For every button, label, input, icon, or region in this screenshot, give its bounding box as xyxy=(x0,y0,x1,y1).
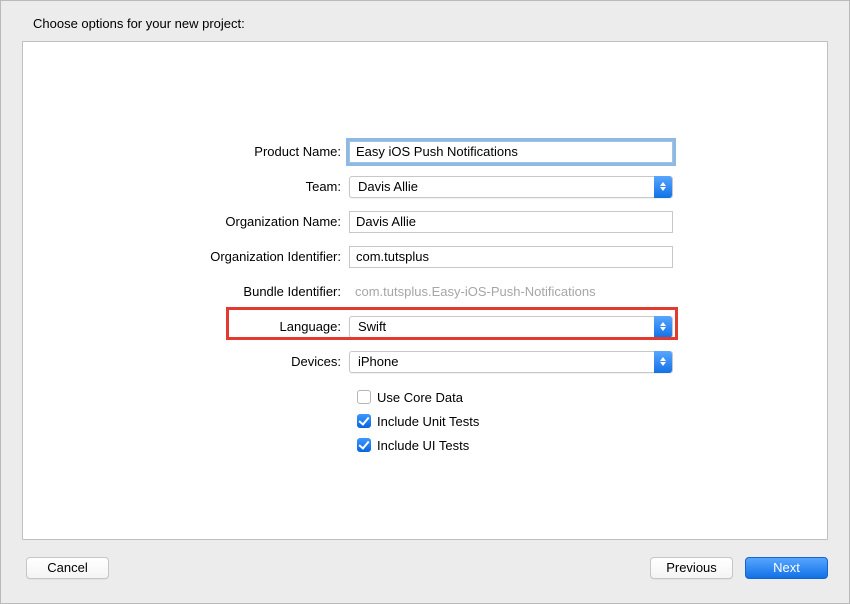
updown-arrows-icon xyxy=(654,351,672,373)
row-language: Language: Swift xyxy=(23,309,827,344)
core-data-label: Use Core Data xyxy=(377,390,463,405)
unit-tests-checkbox[interactable] xyxy=(357,414,371,428)
row-org-name: Organization Name: xyxy=(23,204,827,239)
language-select-value: Swift xyxy=(358,319,386,334)
bundle-id-value: com.tutsplus.Easy-iOS-Push-Notifications xyxy=(349,284,596,299)
row-core-data: Use Core Data xyxy=(23,385,827,409)
core-data-checkbox[interactable] xyxy=(357,390,371,404)
previous-button[interactable]: Previous xyxy=(650,557,733,579)
project-options-form: Product Name: Team: Davis Allie Organiza… xyxy=(23,134,827,457)
row-devices: Devices: iPhone xyxy=(23,344,827,379)
row-product-name: Product Name: xyxy=(23,134,827,169)
devices-select[interactable]: iPhone xyxy=(349,351,673,373)
cancel-button[interactable]: Cancel xyxy=(26,557,109,579)
ui-tests-label: Include UI Tests xyxy=(377,438,469,453)
next-button[interactable]: Next xyxy=(745,557,828,579)
row-bundle-id: Bundle Identifier: com.tutsplus.Easy-iOS… xyxy=(23,274,827,309)
dialog-header: Choose options for your new project: xyxy=(1,1,849,31)
dialog-title: Choose options for your new project: xyxy=(33,16,245,31)
devices-select-value: iPhone xyxy=(358,354,398,369)
org-name-input[interactable] xyxy=(349,211,673,233)
label-language: Language: xyxy=(23,319,349,334)
label-devices: Devices: xyxy=(23,354,349,369)
label-bundle-id: Bundle Identifier: xyxy=(23,284,349,299)
language-select[interactable]: Swift xyxy=(349,316,673,338)
row-unit-tests: Include Unit Tests xyxy=(23,409,827,433)
label-product-name: Product Name: xyxy=(23,144,349,159)
button-bar: Cancel Previous Next xyxy=(1,540,849,603)
label-org-name: Organization Name: xyxy=(23,214,349,229)
row-team: Team: Davis Allie xyxy=(23,169,827,204)
ui-tests-checkbox[interactable] xyxy=(357,438,371,452)
product-name-input[interactable] xyxy=(349,141,673,163)
unit-tests-label: Include Unit Tests xyxy=(377,414,479,429)
form-panel: Product Name: Team: Davis Allie Organiza… xyxy=(22,41,828,540)
row-ui-tests: Include UI Tests xyxy=(23,433,827,457)
updown-arrows-icon xyxy=(654,316,672,338)
team-select[interactable]: Davis Allie xyxy=(349,176,673,198)
team-select-value: Davis Allie xyxy=(358,179,418,194)
updown-arrows-icon xyxy=(654,176,672,198)
org-id-input[interactable] xyxy=(349,246,673,268)
row-org-id: Organization Identifier: xyxy=(23,239,827,274)
label-team: Team: xyxy=(23,179,349,194)
label-org-id: Organization Identifier: xyxy=(23,249,349,264)
